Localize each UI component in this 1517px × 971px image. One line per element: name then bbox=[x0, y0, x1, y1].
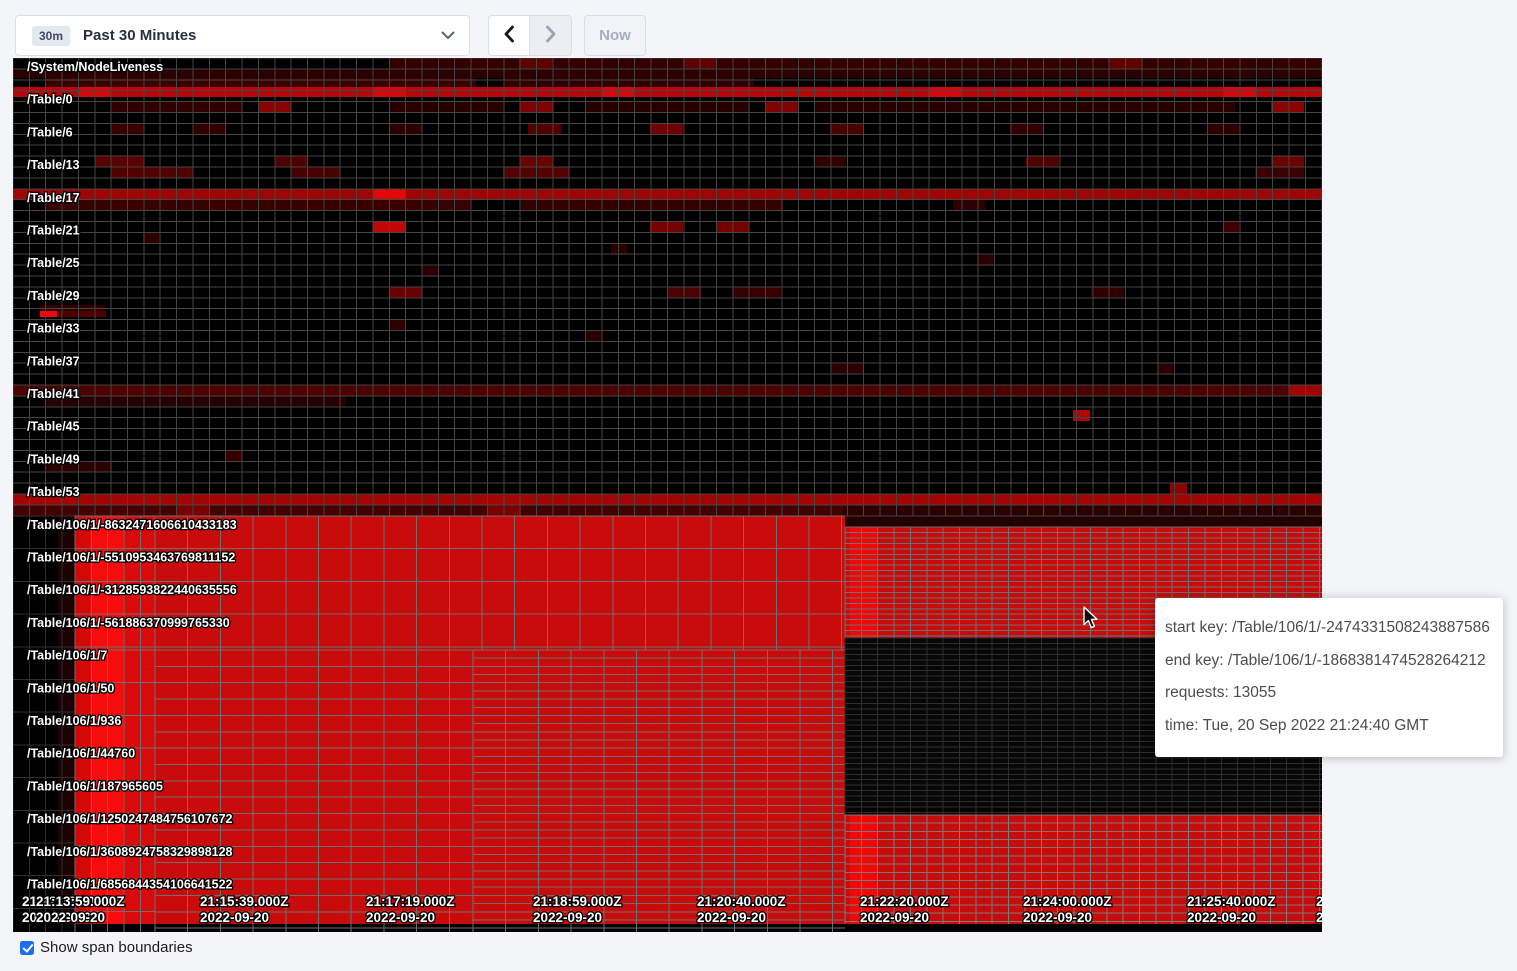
svg-text:/Table/37: /Table/37 bbox=[27, 354, 80, 368]
svg-text:/Table/21: /Table/21 bbox=[27, 224, 80, 238]
svg-text:/Table/106/1/-3128593822440635: /Table/106/1/-3128593822440635556 bbox=[27, 583, 237, 597]
svg-text:2022-09-20: 2022-09-20 bbox=[1187, 910, 1256, 925]
svg-text:/Table/106/1/44760: /Table/106/1/44760 bbox=[27, 747, 135, 761]
chevron-right-icon bbox=[544, 25, 558, 46]
time-window-badge: 30m bbox=[32, 26, 70, 46]
svg-text:/Table/45: /Table/45 bbox=[27, 420, 80, 434]
show-span-boundaries-checkbox[interactable] bbox=[20, 941, 34, 955]
svg-text:/Table/106/1/7: /Table/106/1/7 bbox=[27, 649, 107, 663]
prev-time-button[interactable] bbox=[488, 15, 530, 56]
svg-text:/Table/29: /Table/29 bbox=[27, 289, 80, 303]
svg-text:21:22:20.000Z: 21:22:20.000Z bbox=[860, 894, 949, 909]
svg-text:21:20:40.000Z: 21:20:40.000Z bbox=[697, 894, 786, 909]
svg-text:2022-09-20: 2022-09-20 bbox=[366, 910, 435, 925]
svg-text:/Table/17: /Table/17 bbox=[27, 191, 80, 205]
svg-text:21:15:39.000Z: 21:15:39.000Z bbox=[200, 894, 289, 909]
svg-text:/Table/106/1/-5510953463769811: /Table/106/1/-5510953463769811152 bbox=[27, 551, 235, 565]
svg-text:2022-09-20: 2022-09-20 bbox=[200, 910, 269, 925]
svg-text:/Table/13: /Table/13 bbox=[27, 158, 80, 172]
svg-text:/Table/33: /Table/33 bbox=[27, 322, 80, 336]
svg-text:21:13:59.000Z: 21:13:59.000Z bbox=[36, 894, 125, 909]
svg-text:/Table/53: /Table/53 bbox=[27, 485, 80, 499]
next-time-button[interactable] bbox=[530, 15, 572, 56]
svg-text:/Table/6: /Table/6 bbox=[27, 125, 73, 139]
tooltip-end-key: end key: /Table/106/1/-18683814745282642… bbox=[1165, 652, 1493, 670]
svg-text:/Table/106/1/36089247583298981: /Table/106/1/3608924758329898128 bbox=[27, 845, 233, 859]
svg-text:21:27:20.000Z: 21:27:20.000Z bbox=[1316, 894, 1322, 909]
svg-text:2022-09-20: 2022-09-20 bbox=[36, 910, 105, 925]
svg-text:/Table/106/1/187965605: /Table/106/1/187965605 bbox=[27, 779, 163, 793]
hover-tooltip: start key: /Table/106/1/-247433150824388… bbox=[1155, 598, 1503, 757]
tooltip-start-key: start key: /Table/106/1/-247433150824388… bbox=[1165, 619, 1493, 637]
svg-text:2022-09-20: 2022-09-20 bbox=[860, 910, 929, 925]
show-span-boundaries-label: Show span boundaries bbox=[40, 939, 193, 956]
svg-text:/Table/106/1/12502474847561076: /Table/106/1/1250247484756107672 bbox=[27, 812, 233, 826]
tooltip-requests: requests: 13055 bbox=[1165, 684, 1493, 702]
svg-text:2022-09-20: 2022-09-20 bbox=[533, 910, 602, 925]
svg-text:/Table/106/1/-5618863709997653: /Table/106/1/-561886370999765330 bbox=[27, 616, 230, 630]
svg-text:/Table/0: /Table/0 bbox=[27, 93, 73, 107]
svg-text:/Table/106/1/68568443541066415: /Table/106/1/6856844354106641522 bbox=[27, 878, 233, 892]
time-window-label: Past 30 Minutes bbox=[83, 27, 441, 44]
svg-text:21:18:59.000Z: 21:18:59.000Z bbox=[533, 894, 622, 909]
time-window-dropdown[interactable]: 30m Past 30 Minutes bbox=[15, 15, 470, 56]
svg-text:/Table/41: /Table/41 bbox=[27, 387, 80, 401]
svg-text:/Table/25: /Table/25 bbox=[27, 256, 80, 270]
svg-text:/Table/49: /Table/49 bbox=[27, 452, 80, 466]
svg-text:21:24:00.000Z: 21:24:00.000Z bbox=[1023, 894, 1112, 909]
svg-text:2022-09-20: 2022-09-20 bbox=[697, 910, 766, 925]
now-button[interactable]: Now bbox=[584, 15, 646, 56]
toolbar: 30m Past 30 Minutes Now bbox=[15, 15, 646, 56]
svg-text:2022-09-20: 2022-09-20 bbox=[1316, 910, 1322, 925]
tooltip-time: time: Tue, 20 Sep 2022 21:24:40 GMT bbox=[1165, 717, 1493, 735]
svg-text:2022-09-20: 2022-09-20 bbox=[1023, 910, 1092, 925]
key-visualizer-heatmap[interactable]: /System/NodeLiveness/Table/0/Table/6/Tab… bbox=[13, 58, 1322, 932]
svg-text:/Table/106/1/936: /Table/106/1/936 bbox=[27, 714, 121, 728]
svg-text:21:25:40.000Z: 21:25:40.000Z bbox=[1187, 894, 1276, 909]
show-span-boundaries-row[interactable]: Show span boundaries bbox=[14, 939, 193, 956]
chevron-down-icon bbox=[441, 31, 455, 40]
svg-text:21:17:19.000Z: 21:17:19.000Z bbox=[366, 894, 455, 909]
chevron-left-icon bbox=[502, 25, 516, 46]
svg-text:/System/NodeLiveness: /System/NodeLiveness bbox=[27, 60, 163, 74]
svg-text:/Table/106/1/50: /Table/106/1/50 bbox=[27, 681, 114, 695]
time-nav-group bbox=[488, 15, 572, 56]
svg-text:/Table/106/1/-8632471606610433: /Table/106/1/-8632471606610433183 bbox=[27, 518, 237, 532]
